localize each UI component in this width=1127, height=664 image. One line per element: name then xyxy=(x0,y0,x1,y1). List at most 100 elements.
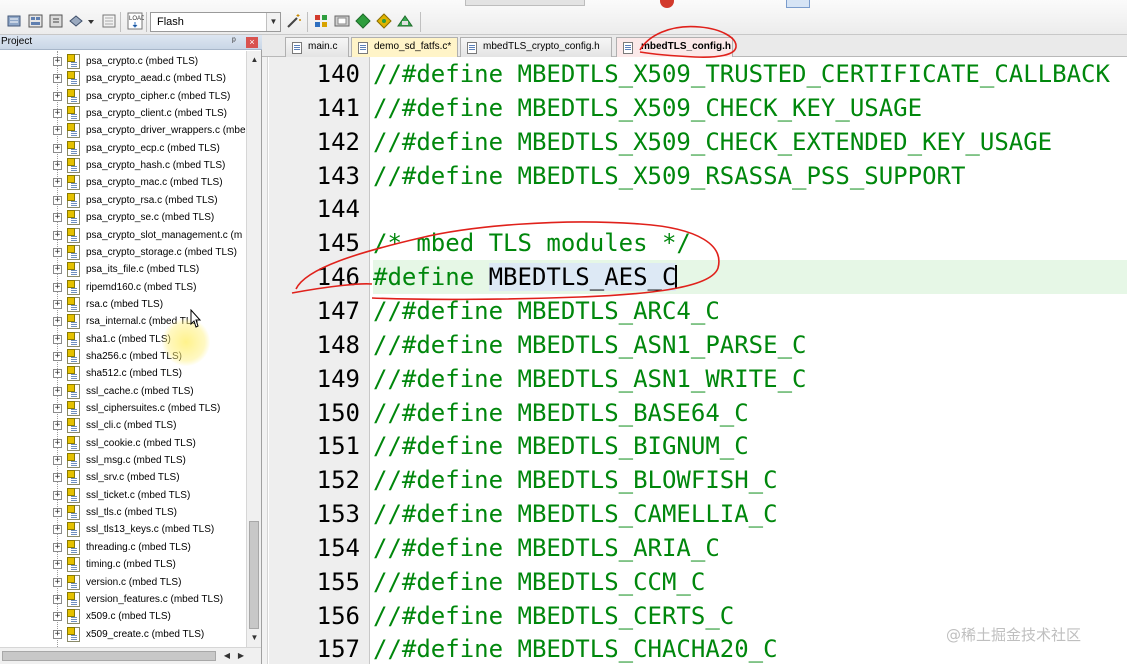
expand-icon[interactable]: + xyxy=(53,57,62,66)
load-icon[interactable] xyxy=(100,12,118,30)
code-line[interactable]: //#define MBEDTLS_BIGNUM_C xyxy=(373,429,1127,463)
tree-item[interactable]: + rsa.c (mbed TLS) xyxy=(0,296,246,313)
expand-icon[interactable]: + xyxy=(53,612,62,621)
expand-icon[interactable]: + xyxy=(53,213,62,222)
project-horizontal-scrollbar[interactable]: ◀ ▶ xyxy=(0,647,261,664)
scroll-down-icon[interactable]: ▼ xyxy=(248,631,261,645)
expand-icon[interactable]: + xyxy=(53,335,62,344)
scroll-left-icon[interactable]: ◀ xyxy=(220,649,234,663)
expand-icon[interactable]: + xyxy=(53,404,62,413)
pin-icon[interactable]: ᵖ xyxy=(232,35,236,49)
dropdown-arrow-icon[interactable] xyxy=(86,12,96,30)
expand-icon[interactable]: + xyxy=(53,92,62,101)
tree-item[interactable]: + rsa_internal.c (mbed TLS xyxy=(0,313,246,330)
tree-item[interactable]: + ssl_msg.c (mbed TLS) xyxy=(0,452,246,469)
tree-item[interactable]: + psa_crypto_ecp.c (mbed TLS) xyxy=(0,140,246,157)
magic-wand-icon[interactable] xyxy=(285,12,303,30)
tree-item[interactable]: + sha512.c (mbed TLS) xyxy=(0,365,246,382)
translate-icon[interactable] xyxy=(67,12,85,30)
expand-icon[interactable]: + xyxy=(53,109,62,118)
tree-item[interactable]: + x509.c (mbed TLS) xyxy=(0,608,246,625)
expand-icon[interactable]: + xyxy=(53,300,62,309)
code-editor[interactable]: 140 141 142 143 144 145 146 147 148 149 150 151 152 1… xyxy=(262,57,1127,664)
code-line[interactable]: //#define MBEDTLS_CAMELLIA_C xyxy=(373,497,1127,531)
scroll-right-icon[interactable]: ▶ xyxy=(234,649,248,663)
expand-icon[interactable]: + xyxy=(53,543,62,552)
scroll-up-icon[interactable]: ▲ xyxy=(248,53,261,67)
code-line[interactable]: //#define MBEDTLS_X509_TRUSTED_CERTIFICA… xyxy=(373,57,1127,91)
scroll-thumb[interactable] xyxy=(249,521,259,629)
code-line[interactable]: #define MBEDTLS_AES_C xyxy=(373,260,1127,294)
expand-icon[interactable]: + xyxy=(53,595,62,604)
tree-item[interactable]: + ssl_tls.c (mbed TLS) xyxy=(0,504,246,521)
run-time-environment-icon[interactable] xyxy=(375,12,393,30)
expand-icon[interactable]: + xyxy=(53,265,62,274)
code-line[interactable]: //#define MBEDTLS_X509_CHECK_KEY_USAGE xyxy=(373,91,1127,125)
expand-icon[interactable]: + xyxy=(53,369,62,378)
expand-icon[interactable]: + xyxy=(53,456,62,465)
tree-item[interactable]: + psa_crypto_se.c (mbed TLS) xyxy=(0,209,246,226)
tab-demo-sd-fatfs-c[interactable]: demo_sd_fatfs.c* xyxy=(351,37,458,57)
tree-item[interactable]: + ssl_cache.c (mbed TLS) xyxy=(0,383,246,400)
tree-item[interactable]: + psa_crypto_aead.c (mbed TLS) xyxy=(0,70,246,87)
chevron-down-icon[interactable]: ▼ xyxy=(266,13,280,31)
tree-item[interactable]: + ssl_srv.c (mbed TLS) xyxy=(0,469,246,486)
scroll-thumb[interactable] xyxy=(2,651,216,661)
batch-build-icon[interactable] xyxy=(27,12,45,30)
close-icon[interactable]: × xyxy=(246,37,258,48)
expand-icon[interactable]: + xyxy=(53,196,62,205)
tree-item[interactable]: + psa_crypto_client.c (mbed TLS) xyxy=(0,105,246,122)
code-line[interactable]: //#define MBEDTLS_X509_RSASSA_PSS_SUPPOR… xyxy=(373,159,1127,193)
tree-item[interactable]: + psa_crypto_slot_management.c (m xyxy=(0,227,246,244)
tree-item[interactable]: + version.c (mbed TLS) xyxy=(0,574,246,591)
manage-components-icon[interactable] xyxy=(312,12,330,30)
expand-icon[interactable]: + xyxy=(53,283,62,292)
code-line[interactable]: //#define MBEDTLS_X509_CHECK_EXTENDED_KE… xyxy=(373,125,1127,159)
code-line[interactable]: /* mbed TLS modules */ xyxy=(373,226,1127,260)
tree-item[interactable]: + psa_crypto.c (mbed TLS) xyxy=(0,53,246,70)
tree-item[interactable]: + ssl_cookie.c (mbed TLS) xyxy=(0,435,246,452)
expand-icon[interactable]: + xyxy=(53,144,62,153)
pack-installer-icon[interactable] xyxy=(333,12,351,30)
expand-icon[interactable]: + xyxy=(53,491,62,500)
expand-icon[interactable]: + xyxy=(53,421,62,430)
code-line[interactable]: //#define MBEDTLS_CCM_C xyxy=(373,565,1127,599)
expand-icon[interactable]: + xyxy=(53,578,62,587)
tree-item[interactable]: + x509_create.c (mbed TLS) xyxy=(0,626,246,643)
tab-main-c[interactable]: main.c xyxy=(285,37,349,57)
target-options-icon[interactable]: LOAD xyxy=(126,12,144,30)
expand-icon[interactable]: + xyxy=(53,473,62,482)
tree-item[interactable]: + ssl_ticket.c (mbed TLS) xyxy=(0,487,246,504)
tree-item[interactable]: + ssl_tls13_keys.c (mbed TLS) xyxy=(0,521,246,538)
debug-icon[interactable] xyxy=(396,12,414,30)
tree-item[interactable]: + threading.c (mbed TLS) xyxy=(0,539,246,556)
expand-icon[interactable]: + xyxy=(53,508,62,517)
code-line[interactable]: //#define MBEDTLS_ASN1_PARSE_C xyxy=(373,328,1127,362)
tree-item[interactable]: + psa_its_file.c (mbed TLS) xyxy=(0,261,246,278)
target-select[interactable]: Flash ▼ xyxy=(150,12,281,32)
download-icon[interactable] xyxy=(47,12,65,30)
expand-icon[interactable]: + xyxy=(53,439,62,448)
select-packs-icon[interactable] xyxy=(354,12,372,30)
expand-icon[interactable]: + xyxy=(53,231,62,240)
tree-item[interactable]: + ssl_ciphersuites.c (mbed TLS) xyxy=(0,400,246,417)
expand-icon[interactable]: + xyxy=(53,126,62,135)
tree-item[interactable]: + psa_crypto_storage.c (mbed TLS) xyxy=(0,244,246,261)
tree-item[interactable]: + timing.c (mbed TLS) xyxy=(0,556,246,573)
tree-item[interactable]: + psa_crypto_rsa.c (mbed TLS) xyxy=(0,192,246,209)
window-layout-icon[interactable] xyxy=(786,0,810,8)
expand-icon[interactable]: + xyxy=(53,352,62,361)
expand-icon[interactable]: + xyxy=(53,161,62,170)
expand-icon[interactable]: + xyxy=(53,248,62,257)
code-line[interactable] xyxy=(373,192,1127,226)
expand-icon[interactable]: + xyxy=(53,317,62,326)
expand-icon[interactable]: + xyxy=(53,387,62,396)
tree-item[interactable]: + psa_crypto_mac.c (mbed TLS) xyxy=(0,174,246,191)
tab-mbedtls-config-h[interactable]: mbedTLS_config.h xyxy=(616,37,733,57)
tree-item[interactable]: + sha256.c (mbed TLS) xyxy=(0,348,246,365)
tree-item[interactable]: + psa_crypto_driver_wrappers.c (mbe xyxy=(0,122,246,139)
tree-item[interactable]: + ripemd160.c (mbed TLS) xyxy=(0,279,246,296)
tree-item[interactable]: + psa_crypto_hash.c (mbed TLS) xyxy=(0,157,246,174)
code-line[interactable]: //#define MBEDTLS_ARC4_C xyxy=(373,294,1127,328)
tree-item[interactable]: + version_features.c (mbed TLS) xyxy=(0,591,246,608)
